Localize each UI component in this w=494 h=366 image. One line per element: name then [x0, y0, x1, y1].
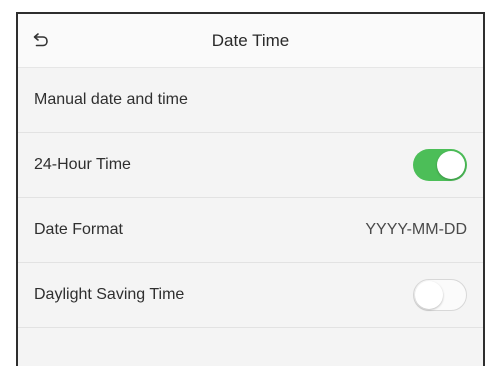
daylight-saving-row[interactable]: Daylight Saving Time — [18, 263, 483, 328]
daylight-saving-toggle[interactable] — [413, 279, 467, 311]
back-arrow-icon — [33, 33, 48, 47]
hour24-time-label: 24-Hour Time — [34, 156, 131, 173]
date-format-row[interactable]: Date Format YYYY-MM-DD — [18, 198, 483, 263]
toggle-knob — [437, 151, 465, 179]
back-button[interactable] — [26, 25, 56, 55]
page-title: Date Time — [211, 30, 290, 50]
device-screen: Date Time Manual date and time 24-Hour T… — [16, 12, 485, 366]
daylight-saving-label: Daylight Saving Time — [34, 286, 185, 303]
title-bar: Date Time — [18, 14, 483, 68]
manual-date-time-row[interactable]: Manual date and time — [18, 68, 483, 133]
hour24-time-toggle[interactable] — [413, 149, 467, 181]
manual-date-time-label: Manual date and time — [34, 91, 188, 108]
toggle-knob — [415, 281, 443, 309]
date-format-label: Date Format — [34, 221, 123, 238]
hour24-time-row[interactable]: 24-Hour Time — [18, 133, 483, 198]
date-format-value: YYYY-MM-DD — [365, 221, 467, 238]
